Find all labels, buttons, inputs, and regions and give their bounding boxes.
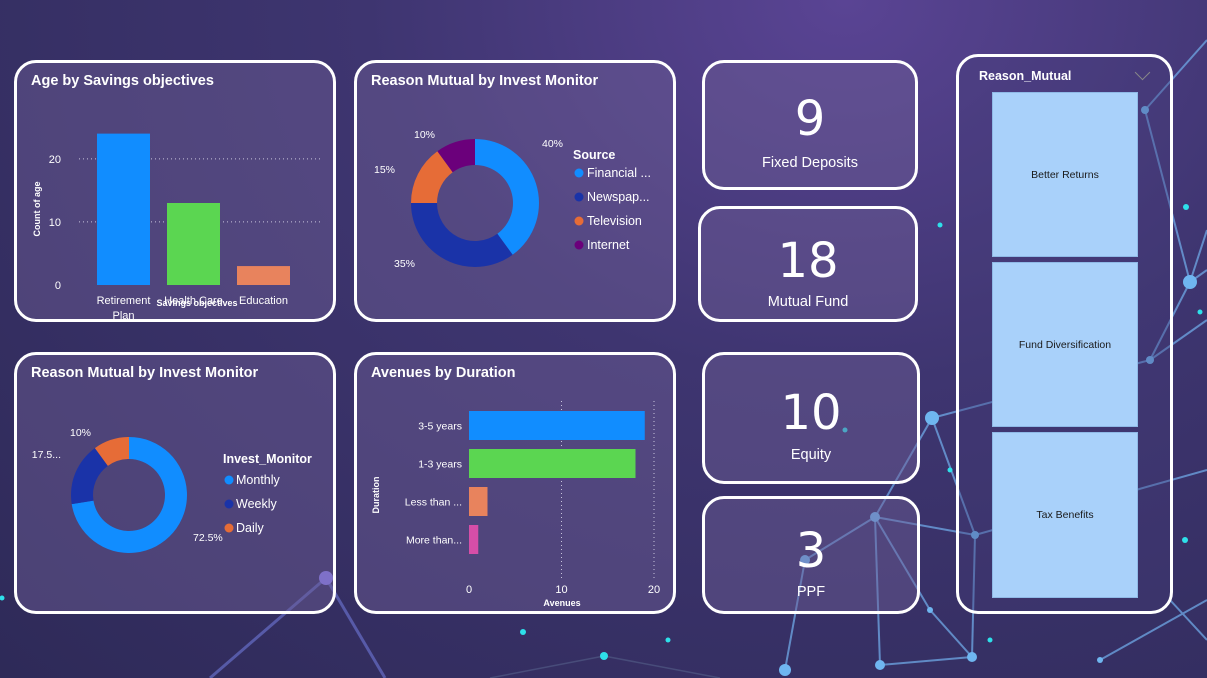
age-by-savings-chart[interactable]: 01020RetirementPlanHealth Care EducationS… — [17, 91, 333, 321]
kpi-value: 9 — [794, 91, 826, 147]
kpi-value: 10 — [780, 385, 842, 441]
bar — [97, 133, 150, 285]
x-axis-title: Avenues — [543, 598, 580, 608]
y-tick-label: 1-3 years — [418, 459, 462, 471]
bar — [167, 203, 220, 285]
source-donut-chart[interactable]: 40% 35% 15% 10% Source Financial ... Newspap..… — [357, 91, 673, 321]
y-axis-title: Count of age — [32, 182, 42, 237]
legend-label: Monthly — [236, 473, 281, 487]
data-label: 35% — [394, 258, 415, 270]
legend-label: Daily — [236, 521, 265, 535]
legend-label: Internet — [587, 238, 630, 252]
x-tick-label: 10 — [555, 584, 567, 596]
slicer-item-tax-benefits[interactable]: Tax Benefits — [992, 432, 1138, 598]
kpi-equity[interactable]: 10 Equity — [702, 352, 920, 484]
y-tick-label: 10 — [49, 217, 61, 229]
kpi-value: 18 — [777, 233, 839, 289]
y-tick-label: More than... — [406, 535, 462, 547]
legend-label: Financial ... — [587, 166, 651, 180]
kpi-value: 3 — [795, 523, 827, 579]
legend-marker — [224, 499, 234, 509]
data-label: 72.5% — [193, 532, 223, 544]
x-tick-label: 20 — [648, 584, 660, 596]
donut-slice — [411, 203, 513, 267]
kpi-label: PPF — [796, 584, 826, 600]
legend-label: Television — [587, 214, 642, 228]
legend-title: Invest_Monitor — [223, 452, 312, 466]
kpi-ppf[interactable]: 3 PPF — [702, 496, 920, 614]
chart-title: Reason Mutual by Invest Monitor — [31, 365, 259, 381]
y-axis-title: Duration — [371, 477, 381, 514]
slicer-item-fund-diversification[interactable]: Fund Diversification — [992, 262, 1138, 427]
age-by-savings-card[interactable]: Age by Savings objectives 0 10 20 Retiremen… — [14, 60, 336, 322]
slicer-item-better-returns[interactable]: Better Returns — [992, 92, 1138, 257]
reason-mutual-monitor-card[interactable]: Reason Mutual by Invest Monitor 72.5% 17.… — [14, 352, 336, 614]
y-tick-label: Less than ... — [405, 497, 462, 509]
data-label: 17.5... — [32, 449, 61, 461]
x-tick-label: Plan — [112, 310, 134, 321]
x-axis-title: Savings objectives — [156, 298, 237, 308]
x-tick-label: 0 — [466, 584, 472, 596]
y-tick-label: 0 — [55, 280, 61, 292]
reason-mutual-source-card[interactable]: Reason Mutual by Invest Monitor 40% 35% 15… — [354, 60, 676, 322]
kpi-mutual-fund[interactable]: 18 Mutual Fund — [698, 206, 918, 322]
chevron-down-icon[interactable] — [1134, 64, 1151, 81]
slicer-title: Reason_Mutual — [979, 69, 1072, 83]
monitor-donut-chart[interactable]: 72.5% 17.5... 10% Invest_Monitor Monthly Week… — [17, 383, 333, 613]
kpi-label: Mutual Fund — [767, 294, 849, 310]
kpi-label: Fixed Deposits — [762, 155, 858, 171]
data-label: 15% — [374, 164, 395, 176]
legend-marker — [224, 475, 234, 485]
bar — [469, 411, 645, 440]
legend-label: Newspap... — [587, 190, 650, 204]
legend-marker — [574, 216, 584, 226]
donut-slice — [475, 139, 539, 255]
y-tick-label: 20 — [49, 154, 61, 166]
reason-mutual-slicer[interactable]: Reason_Mutual Better Returns Fund Divers… — [956, 54, 1173, 614]
legend-marker — [224, 523, 234, 533]
y-tick-label: 3-5 years — [418, 421, 462, 433]
x-tick-label: Education — [239, 295, 288, 307]
x-tick-label: Retirement — [97, 295, 151, 307]
chart-title: Reason Mutual by Invest Monitor — [371, 73, 599, 89]
bar — [469, 525, 479, 554]
bar — [469, 449, 636, 478]
data-label: 10% — [414, 129, 435, 141]
kpi-label: Equity — [790, 447, 832, 463]
legend-label: Weekly — [236, 497, 278, 511]
chart-title: Avenues by Duration — [371, 365, 516, 381]
avenues-bar-chart[interactable]: 0 10 20 3-5 years 1-3 years Less than ... More… — [357, 383, 673, 613]
bar — [237, 266, 290, 285]
avenues-by-duration-card[interactable]: Avenues by Duration 0 10 20 3-5 years 1-3 ye… — [354, 352, 676, 614]
data-label: 10% — [70, 427, 91, 439]
chart-title: Age by Savings objectives — [31, 73, 214, 89]
legend-marker — [574, 192, 584, 202]
legend-marker — [574, 240, 584, 250]
bar — [469, 487, 488, 516]
kpi-fixed-deposits[interactable]: 9 Fixed Deposits — [702, 60, 918, 190]
data-label: 40% — [542, 138, 563, 150]
legend-title: Source — [573, 148, 615, 162]
legend-marker — [574, 168, 584, 178]
